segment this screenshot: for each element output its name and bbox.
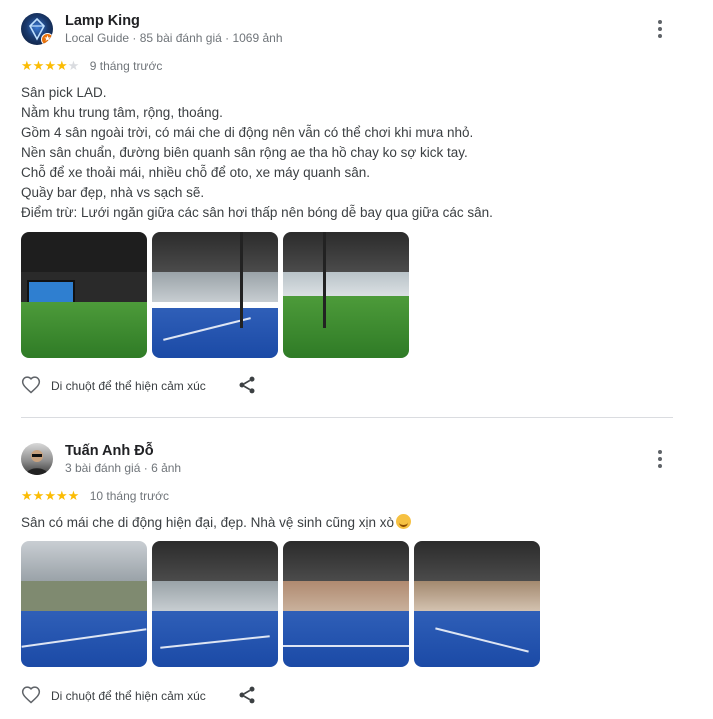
avatar[interactable] — [21, 443, 53, 475]
star-rating: ★★★★★ — [21, 58, 79, 74]
author-name[interactable]: Tuấn Anh Đỗ — [65, 443, 154, 459]
share-icon[interactable] — [237, 375, 257, 395]
react-hint: Di chuột để thể hiện cảm xúc — [51, 379, 206, 393]
heart-outline-icon[interactable] — [21, 375, 41, 395]
more-options-button[interactable] — [650, 447, 670, 471]
review-time: 10 tháng trước — [89, 488, 170, 503]
star-empty-icon: ★ — [67, 57, 80, 73]
review-text: Sân pick LAD. Nằm khu trung tâm, rộng, t… — [21, 83, 493, 223]
review-photo[interactable] — [152, 232, 278, 358]
star-icon: ★ — [67, 487, 80, 503]
avatar-person-icon — [26, 450, 48, 475]
smile-emoji-icon — [396, 514, 411, 529]
review-text: Sân có mái che di động hiện đại, đẹp. Nh… — [21, 513, 411, 533]
review-photo[interactable] — [283, 541, 409, 667]
review-line: Chỗ để xe thoải mái, nhiều chỗ để oto, x… — [21, 165, 370, 180]
review-line: Điểm trừ: Lưới ngăn giữa các sân hơi thấ… — [21, 205, 493, 220]
review-photo[interactable] — [21, 232, 147, 358]
star-icon: ★ — [44, 487, 56, 503]
review-line: Nền sân chuẩn, đường biên quanh sân rộng… — [21, 145, 468, 160]
more-vert-icon — [658, 450, 662, 454]
review-line: Nằm khu trung tâm, rộng, thoáng. — [21, 105, 223, 120]
author-name[interactable]: Lamp King — [65, 13, 140, 29]
more-vert-icon — [658, 20, 662, 24]
review-divider — [21, 417, 673, 418]
avatar[interactable]: ★ — [21, 13, 53, 45]
star-icon: ★ — [55, 487, 68, 503]
star-icon: ★ — [32, 487, 45, 503]
review-line: Sân có mái che di động hiện đại, đẹp. Nh… — [21, 515, 394, 530]
star-icon: ★ — [44, 57, 56, 73]
heart-outline-icon[interactable] — [21, 685, 41, 705]
review-line: Gồm 4 sân ngoài trời, có mái che di động… — [21, 125, 474, 140]
rating-row: ★★★★★ 10 tháng trước — [21, 487, 170, 504]
review-photo[interactable] — [152, 541, 278, 667]
review-photo[interactable] — [283, 232, 409, 358]
review-line: Quầy bar đẹp, nhà vs sạch sẽ. — [21, 185, 205, 200]
star-icon: ★ — [32, 57, 45, 73]
rating-row: ★★★★★ 9 tháng trước — [21, 57, 163, 74]
star-rating: ★★★★★ — [21, 488, 79, 504]
react-hint: Di chuột để thể hiện cảm xúc — [51, 689, 206, 703]
review-line: Sân pick LAD. — [21, 85, 107, 100]
star-icon: ★ — [55, 57, 68, 73]
author-meta: Local Guide · 85 bài đánh giá · 1069 ảnh — [65, 31, 283, 45]
star-icon: ★ — [21, 487, 33, 503]
review-time: 9 tháng trước — [89, 58, 163, 73]
local-guide-badge-icon: ★ — [41, 33, 53, 45]
more-options-button[interactable] — [650, 17, 670, 41]
share-icon[interactable] — [237, 685, 257, 705]
review-photo[interactable] — [21, 541, 147, 667]
review-photo[interactable] — [414, 541, 540, 667]
star-icon: ★ — [21, 57, 33, 73]
author-meta: 3 bài đánh giá · 6 ảnh — [65, 461, 182, 475]
